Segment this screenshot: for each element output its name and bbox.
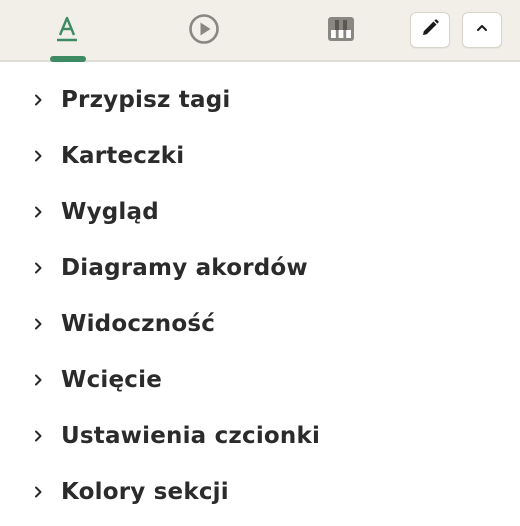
play-circle-icon (188, 13, 220, 50)
menu-item-label: Diagramy akordów (61, 255, 308, 281)
menu-item-label: Wygląd (61, 199, 159, 225)
pencil-icon (420, 18, 440, 43)
chevron-right-icon (30, 260, 46, 276)
chevron-right-icon (30, 372, 46, 388)
settings-menu: Przypisz tagi Karteczki Wygląd Diagramy … (0, 72, 520, 520)
menu-item-section-colors[interactable]: Kolory sekcji (0, 464, 520, 520)
edit-button[interactable] (410, 12, 450, 48)
menu-item-assign-tags[interactable]: Przypisz tagi (0, 72, 520, 128)
chevron-right-icon (30, 428, 46, 444)
menu-item-chord-diagrams[interactable]: Diagramy akordów (0, 240, 520, 296)
menu-item-indent[interactable]: Wcięcie (0, 352, 520, 408)
chevron-right-icon (30, 204, 46, 220)
text-format-icon (52, 14, 82, 49)
piano-keys-icon (326, 14, 356, 49)
collapse-button[interactable] (462, 12, 502, 48)
chevron-right-icon (30, 92, 46, 108)
tab-playback[interactable] (180, 0, 228, 62)
menu-item-appearance[interactable]: Wygląd (0, 184, 520, 240)
menu-item-visibility[interactable]: Widoczność (0, 296, 520, 352)
chevron-right-icon (30, 484, 46, 500)
active-tab-indicator (50, 56, 86, 62)
menu-item-label: Kolory sekcji (61, 479, 229, 505)
chevron-up-icon (474, 20, 490, 41)
tab-piano[interactable] (318, 0, 364, 62)
tab-text[interactable] (44, 0, 90, 62)
menu-item-label: Widoczność (61, 311, 216, 337)
menu-item-label: Przypisz tagi (61, 87, 231, 113)
top-toolbar (0, 0, 520, 62)
menu-item-font-settings[interactable]: Ustawienia czcionki (0, 408, 520, 464)
chevron-right-icon (30, 148, 46, 164)
menu-item-label: Ustawienia czcionki (61, 423, 321, 449)
menu-item-label: Wcięcie (61, 367, 163, 393)
menu-item-label: Karteczki (61, 143, 185, 169)
chevron-right-icon (30, 316, 46, 332)
menu-item-notes[interactable]: Karteczki (0, 128, 520, 184)
